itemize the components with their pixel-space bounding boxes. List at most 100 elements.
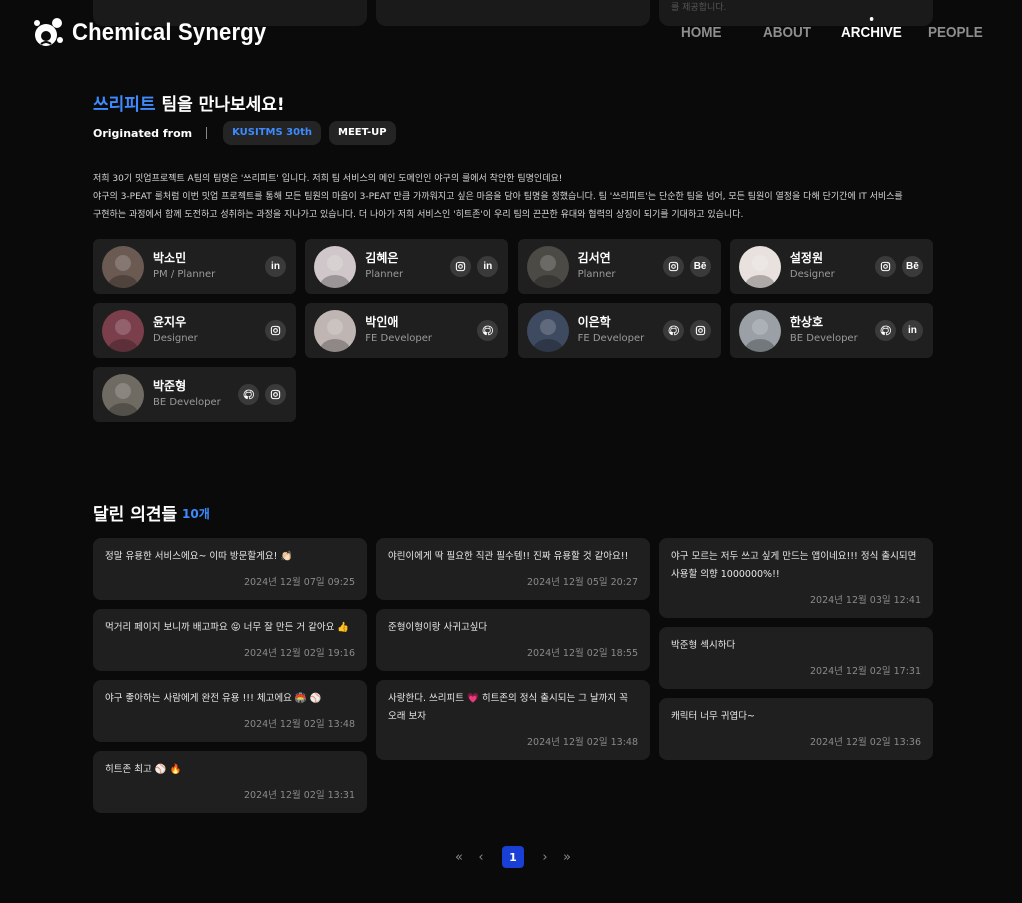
member-role: FE Developer: [577, 333, 645, 344]
member-name: 이은학: [577, 315, 611, 329]
member-name: 설정원: [789, 251, 824, 265]
instagram-icon[interactable]: [874, 256, 896, 277]
comment-text: 캐릭터 너무 귀엽다~: [671, 711, 755, 722]
logo[interactable]: Chemical Synergy: [32, 16, 283, 50]
github-icon[interactable]: [874, 320, 896, 341]
instagram-icon[interactable]: [265, 384, 286, 405]
comment-text: 야구 모르는 저두 쓰고 싶게 만드는 앱이네요!!! 정식 출시되면 사용할 …: [671, 551, 917, 580]
team-title: 쓰리피트 팀을 만나보세요!: [93, 90, 285, 115]
behance-icon[interactable]: Bē: [689, 256, 711, 277]
comment-text: 히트존 최고 ⚾ 🔥: [105, 764, 182, 775]
member-role: Planner: [365, 269, 404, 280]
comment-card: 야구 좋아하는 사람에게 완전 유용 !!! 체고에요 🏟️ ⚾ 2024년 12…: [93, 680, 367, 742]
avatar: [738, 310, 781, 352]
comment-text: 박준형 섹시하다: [671, 640, 736, 651]
comment-text: 야구 좋아하는 사람에게 완전 유용 !!! 체고에요 🏟️ ⚾: [105, 693, 322, 704]
avatar: [314, 310, 357, 352]
avatar: [738, 246, 781, 288]
github-icon[interactable]: [238, 384, 259, 405]
comment-card: 캐릭터 너무 귀엽다~ 2024년 12월 02일 13:36: [659, 698, 933, 760]
origin-chip-meetup: MEET-UP: [329, 121, 396, 145]
comment-card: 박준형 섹시하다 2024년 12월 02일 17:31: [659, 627, 933, 689]
comment-date: 2024년 12월 02일 17:31: [809, 666, 921, 677]
member-links: [477, 320, 499, 341]
comment-card: 정말 유용한 서비스에요~ 이따 방문할게요! 👏🏻 2024년 12월 07일 …: [93, 538, 367, 600]
member-name: 윤지우: [153, 315, 187, 329]
member-grid: 박소민 PM / Planner in 김혜은 Planner in 김서연 Planner B…: [93, 239, 933, 422]
member-role: FE Developer: [365, 333, 432, 344]
member-role: Planner: [577, 269, 616, 280]
team-title-suffix: 팀을 만나보세요!: [155, 95, 285, 115]
member-card: 이은학 FE Developer: [517, 303, 721, 358]
instagram-icon[interactable]: [265, 320, 286, 341]
github-icon[interactable]: [477, 320, 499, 341]
member-role: BE Developer: [789, 333, 858, 344]
member-links: Bē: [662, 256, 711, 277]
member-card: 윤지우 Designer: [93, 303, 296, 358]
avatar: [102, 310, 144, 352]
comment-card: 히트존 최고 ⚾ 🔥 2024년 12월 02일 13:31: [93, 751, 367, 813]
instagram-icon[interactable]: [689, 320, 711, 341]
member-card: 김혜은 Planner in: [305, 239, 509, 294]
member-links: [238, 384, 286, 405]
comment-date: 2024년 12월 02일 13:48: [243, 719, 355, 730]
linkedin-icon[interactable]: in: [265, 256, 286, 277]
prev-page-button[interactable]: ‹: [470, 846, 492, 868]
avatar: [526, 246, 569, 288]
member-name: 박인애: [365, 315, 399, 329]
comment-date: 2024년 12월 02일 13:36: [809, 737, 921, 748]
last-page-button[interactable]: »: [556, 846, 578, 868]
member-links: Bē: [874, 256, 923, 277]
nav-home[interactable]: HOME: [681, 24, 722, 41]
behance-icon[interactable]: Bē: [901, 256, 923, 277]
divider: [206, 127, 208, 139]
member-card: 박준형 BE Developer: [93, 367, 296, 422]
member-links: in: [874, 320, 923, 341]
team-description: 저희 30기 밋업프로젝트 A팀의 팀명은 '쓰리피트' 입니다. 저희 팀 서…: [93, 170, 943, 224]
team-name: 쓰리피트: [93, 95, 156, 115]
member-name: 한상호: [789, 315, 824, 329]
linkedin-icon[interactable]: in: [477, 256, 499, 277]
avatar: [314, 246, 357, 288]
comment-text: 준형이형이랑 사귀고싶다: [388, 622, 488, 633]
comment-date: 2024년 12월 05일 20:27: [526, 577, 638, 588]
comment-card: 야구 모르는 저두 쓰고 싶게 만드는 앱이네요!!! 정식 출시되면 사용할 …: [659, 538, 933, 618]
member-links: in: [265, 256, 286, 277]
member-links: [662, 320, 711, 341]
member-card: 박인애 FE Developer: [305, 303, 509, 358]
comment-date: 2024년 12월 02일 18:55: [526, 648, 638, 659]
header: Chemical Synergy HOME ABOUT ARCHIVE PEOP…: [0, 0, 1022, 70]
member-name: 박준형: [153, 379, 187, 393]
next-page-button[interactable]: ›: [534, 846, 556, 868]
instagram-icon[interactable]: [662, 256, 684, 277]
member-name: 김혜은: [365, 251, 399, 265]
member-links: in: [450, 256, 499, 277]
comment-date: 2024년 12월 07일 09:25: [243, 577, 355, 588]
linkedin-icon[interactable]: in: [901, 320, 923, 341]
nav-people[interactable]: PEOPLE: [928, 24, 983, 41]
avatar: [102, 246, 144, 288]
nav-archive[interactable]: ARCHIVE: [841, 17, 902, 41]
comment-text: 먹거리 페이지 보니까 배고파요 😝 너무 잘 만든 거 같아요 👍: [105, 622, 350, 633]
instagram-icon[interactable]: [450, 256, 472, 277]
member-role: Designer: [153, 333, 198, 344]
comments-column: 야린이에게 딱 필요한 직관 필수템!! 진짜 유용할 것 같아요!! 2024년…: [376, 538, 650, 760]
description-line: 야구의 3-PEAT 룰처럼 이번 밋업 프로젝트를 통해 모든 팀원의 마음이…: [93, 192, 903, 202]
first-page-button[interactable]: «: [448, 846, 470, 868]
comments-column: 정말 유용한 서비스에요~ 이따 방문할게요! 👏🏻 2024년 12월 07일 …: [93, 538, 367, 813]
comment-text: 사랑한다. 쓰리피트 💗 히트존의 정식 출시되는 그 날까지 꼭 오래 보자: [388, 693, 629, 722]
comment-date: 2024년 12월 02일 13:48: [526, 737, 638, 748]
member-card: 설정원 Designer Bē: [729, 239, 933, 294]
comment-date: 2024년 12월 02일 13:31: [243, 790, 355, 801]
origin-chip-kusitms: KUSITMS 30th: [223, 121, 321, 145]
member-role: PM / Planner: [153, 269, 216, 280]
member-name: 박소민: [153, 251, 187, 265]
github-icon[interactable]: [662, 320, 684, 341]
member-name: 김서연: [577, 251, 611, 265]
comment-card: 먹거리 페이지 보니까 배고파요 😝 너무 잘 만든 거 같아요 👍 2024년 …: [93, 609, 367, 671]
page-button-current[interactable]: 1: [502, 846, 524, 868]
member-links: [265, 320, 286, 341]
nav-about[interactable]: ABOUT: [763, 24, 811, 41]
comment-text: 야린이에게 딱 필요한 직관 필수템!! 진짜 유용할 것 같아요!!: [388, 551, 629, 562]
origin-row: Originated from KUSITMS 30th MEET-UP: [93, 120, 404, 146]
